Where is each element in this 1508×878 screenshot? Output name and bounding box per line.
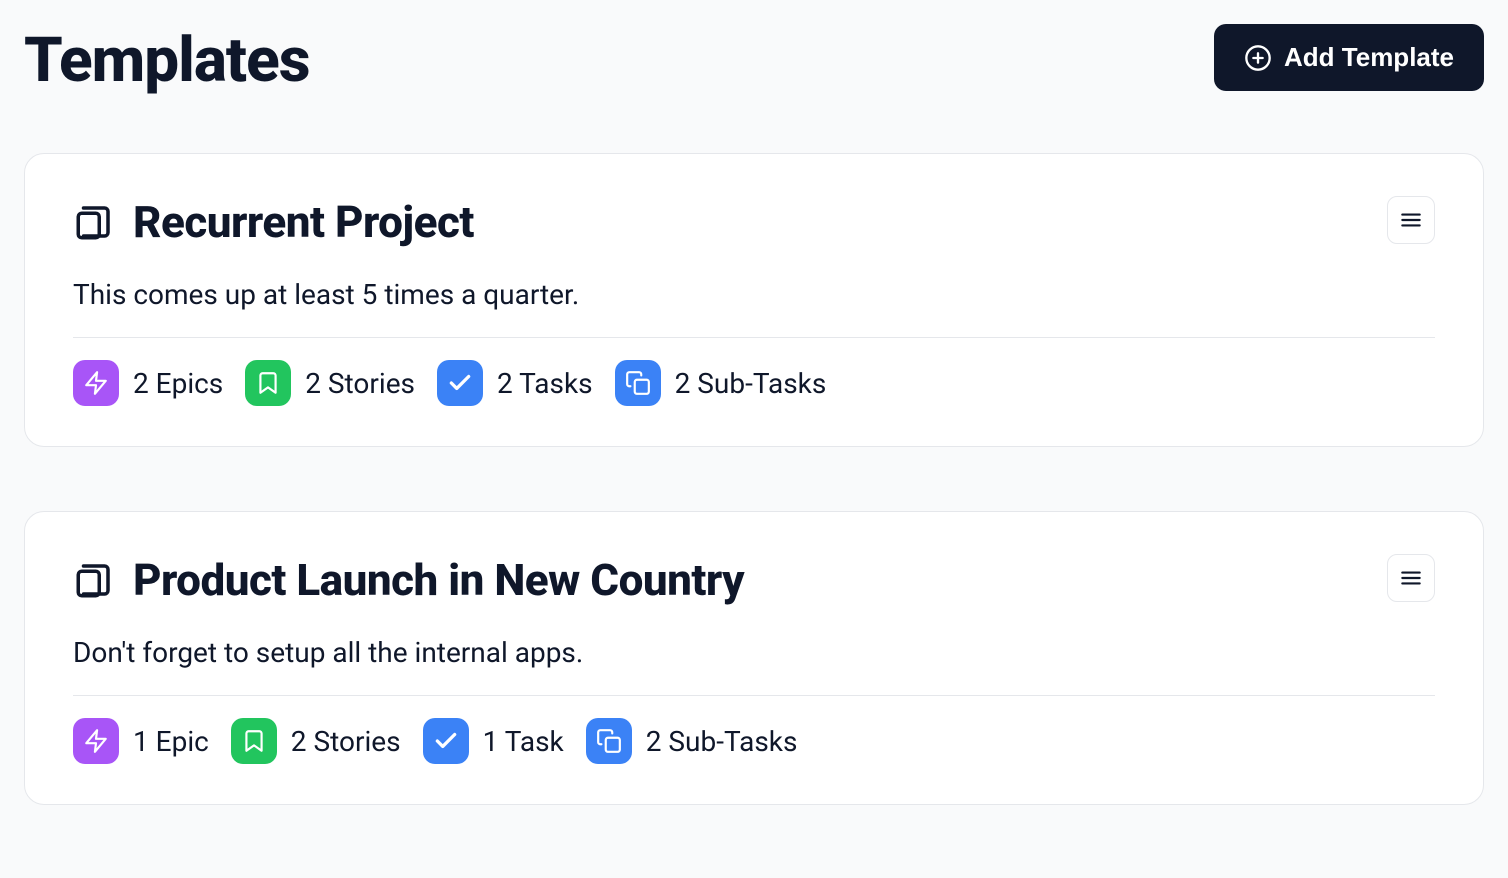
stat-subtasks-label: 2 Sub-Tasks [675, 367, 827, 400]
page-header: Templates Add Template [24, 24, 1484, 97]
task-icon [423, 718, 469, 764]
template-description: Don't forget to setup all the internal a… [73, 636, 1435, 669]
template-title-wrap: Recurrent Project [73, 196, 474, 248]
subtask-icon [615, 360, 661, 406]
stat-stories-label: 2 Stories [305, 367, 415, 400]
template-card: Recurrent Project This comes up at least… [24, 153, 1484, 447]
epic-icon [73, 718, 119, 764]
add-template-label: Add Template [1284, 42, 1454, 73]
template-stats: 1 Epic 2 Stories 1 Task 2 Sub-Tasks [73, 718, 1435, 764]
subtask-icon [586, 718, 632, 764]
stat-stories-label: 2 Stories [291, 725, 401, 758]
page-title: Templates [24, 24, 310, 97]
add-template-button[interactable]: Add Template [1214, 24, 1484, 91]
stat-stories: 2 Stories [231, 718, 401, 764]
stat-stories: 2 Stories [245, 360, 415, 406]
template-icon [73, 201, 115, 243]
stat-epics-label: 1 Epic [133, 725, 209, 758]
epic-icon [73, 360, 119, 406]
template-menu-button[interactable] [1387, 554, 1435, 602]
template-icon [73, 559, 115, 601]
story-icon [231, 718, 277, 764]
stat-tasks-label: 1 Task [483, 725, 564, 758]
stat-tasks: 2 Tasks [437, 360, 593, 406]
template-card: Product Launch in New Country Don't forg… [24, 511, 1484, 805]
menu-icon [1398, 565, 1424, 591]
divider [73, 695, 1435, 696]
template-title-wrap: Product Launch in New Country [73, 554, 744, 606]
divider [73, 337, 1435, 338]
stat-epics-label: 2 Epics [133, 367, 223, 400]
template-title: Recurrent Project [133, 196, 474, 248]
stat-subtasks-label: 2 Sub-Tasks [646, 725, 798, 758]
templates-list: Recurrent Project This comes up at least… [24, 153, 1484, 805]
task-icon [437, 360, 483, 406]
stat-epics: 1 Epic [73, 718, 209, 764]
template-menu-button[interactable] [1387, 196, 1435, 244]
menu-icon [1398, 207, 1424, 233]
template-title: Product Launch in New Country [133, 554, 744, 606]
stat-subtasks: 2 Sub-Tasks [586, 718, 798, 764]
stat-epics: 2 Epics [73, 360, 223, 406]
stat-tasks: 1 Task [423, 718, 564, 764]
template-card-header: Recurrent Project [73, 196, 1435, 248]
template-stats: 2 Epics 2 Stories 2 Tasks 2 Sub-Tasks [73, 360, 1435, 406]
plus-circle-icon [1244, 44, 1272, 72]
story-icon [245, 360, 291, 406]
template-card-header: Product Launch in New Country [73, 554, 1435, 606]
stat-tasks-label: 2 Tasks [497, 367, 593, 400]
stat-subtasks: 2 Sub-Tasks [615, 360, 827, 406]
template-description: This comes up at least 5 times a quarter… [73, 278, 1435, 311]
